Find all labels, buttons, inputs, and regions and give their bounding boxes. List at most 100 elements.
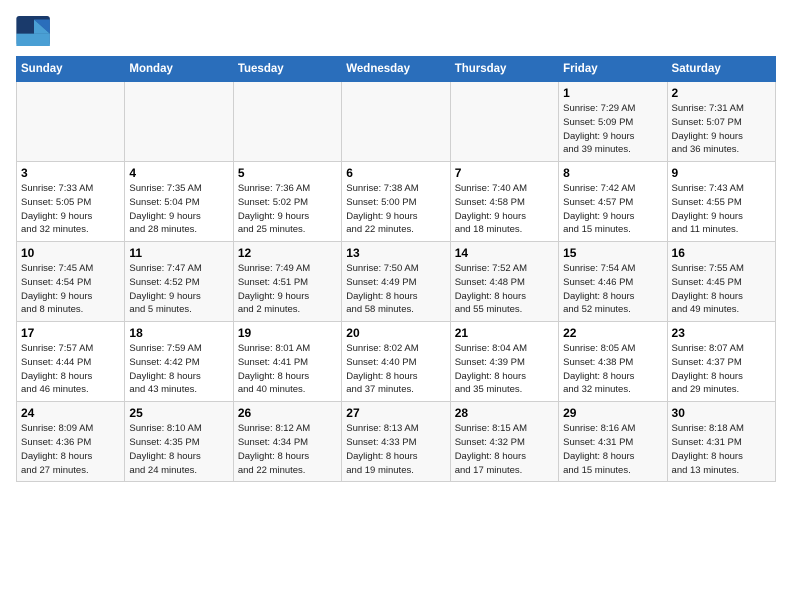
day-info: Sunrise: 7:31 AM Sunset: 5:07 PM Dayligh… [672,102,771,157]
calendar-cell: 16 Sunrise: 7:55 AM Sunset: 4:45 PM Dayli… [667,242,775,322]
calendar-cell: 22Sunrise: 8:05 AM Sunset: 4:38 PM Dayli… [559,322,667,402]
calendar-cell: 6 Sunrise: 7:38 AM Sunset: 5:00 PM Daylig… [342,162,450,242]
weekday-header-saturday: Saturday [667,57,775,82]
weekday-header-wednesday: Wednesday [342,57,450,82]
day-number: 30 [672,406,771,420]
calendar-cell [450,82,558,162]
day-number: 27 [346,406,445,420]
calendar-cell: 1 Sunrise: 7:29 AM Sunset: 5:09 PM Daylig… [559,82,667,162]
day-info: Sunrise: 8:01 AM Sunset: 4:41 PM Dayligh… [238,342,337,397]
day-number: 24 [21,406,120,420]
day-number: 15 [563,246,662,260]
day-info: Sunrise: 7:42 AM Sunset: 4:57 PM Dayligh… [563,182,662,237]
day-info: Sunrise: 7:33 AM Sunset: 5:05 PM Dayligh… [21,182,120,237]
day-number: 23 [672,326,771,340]
day-number: 21 [455,326,554,340]
calendar-cell: 10 Sunrise: 7:45 AM Sunset: 4:54 PM Dayli… [17,242,125,322]
day-info: Sunrise: 8:07 AM Sunset: 4:37 PM Dayligh… [672,342,771,397]
day-number: 25 [129,406,228,420]
day-info: Sunrise: 7:45 AM Sunset: 4:54 PM Dayligh… [21,262,120,317]
calendar-cell: 14 Sunrise: 7:52 AM Sunset: 4:48 PM Dayli… [450,242,558,322]
day-info: Sunrise: 8:10 AM Sunset: 4:35 PM Dayligh… [129,422,228,477]
day-number: 2 [672,86,771,100]
day-info: Sunrise: 7:52 AM Sunset: 4:48 PM Dayligh… [455,262,554,317]
calendar-cell: 20 Sunrise: 8:02 AM Sunset: 4:40 PM Dayli… [342,322,450,402]
day-info: Sunrise: 8:02 AM Sunset: 4:40 PM Dayligh… [346,342,445,397]
logo-icon [16,16,52,46]
day-info: Sunrise: 7:38 AM Sunset: 5:00 PM Dayligh… [346,182,445,237]
logo [16,16,56,46]
day-info: Sunrise: 7:57 AM Sunset: 4:44 PM Dayligh… [21,342,120,397]
calendar-week-row: 3 Sunrise: 7:33 AM Sunset: 5:05 PM Daylig… [17,162,776,242]
day-number: 17 [21,326,120,340]
calendar-cell: 26 Sunrise: 8:12 AM Sunset: 4:34 PM Dayli… [233,402,341,482]
day-info: Sunrise: 7:35 AM Sunset: 5:04 PM Dayligh… [129,182,228,237]
day-number: 18 [129,326,228,340]
calendar-cell: 25 Sunrise: 8:10 AM Sunset: 4:35 PM Dayli… [125,402,233,482]
calendar-week-row: 1 Sunrise: 7:29 AM Sunset: 5:09 PM Daylig… [17,82,776,162]
day-number: 12 [238,246,337,260]
day-info: Sunrise: 7:29 AM Sunset: 5:09 PM Dayligh… [563,102,662,157]
day-info: Sunrise: 7:50 AM Sunset: 4:49 PM Dayligh… [346,262,445,317]
day-number: 14 [455,246,554,260]
day-info: Sunrise: 8:15 AM Sunset: 4:32 PM Dayligh… [455,422,554,477]
day-info: Sunrise: 8:18 AM Sunset: 4:31 PM Dayligh… [672,422,771,477]
calendar-cell: 11Sunrise: 7:47 AM Sunset: 4:52 PM Dayli… [125,242,233,322]
calendar-cell: 12Sunrise: 7:49 AM Sunset: 4:51 PM Dayli… [233,242,341,322]
calendar-cell: 15 Sunrise: 7:54 AM Sunset: 4:46 PM Dayli… [559,242,667,322]
day-number: 28 [455,406,554,420]
calendar-cell: 24 Sunrise: 8:09 AM Sunset: 4:36 PM Dayli… [17,402,125,482]
day-number: 6 [346,166,445,180]
day-number: 10 [21,246,120,260]
calendar-cell: 5Sunrise: 7:36 AM Sunset: 5:02 PM Daylig… [233,162,341,242]
calendar-cell: 7 Sunrise: 7:40 AM Sunset: 4:58 PM Daylig… [450,162,558,242]
day-info: Sunrise: 8:09 AM Sunset: 4:36 PM Dayligh… [21,422,120,477]
day-info: Sunrise: 7:40 AM Sunset: 4:58 PM Dayligh… [455,182,554,237]
weekday-header-sunday: Sunday [17,57,125,82]
calendar-cell: 13 Sunrise: 7:50 AM Sunset: 4:49 PM Dayli… [342,242,450,322]
day-number: 1 [563,86,662,100]
calendar-cell: 3 Sunrise: 7:33 AM Sunset: 5:05 PM Daylig… [17,162,125,242]
calendar-cell [125,82,233,162]
day-number: 9 [672,166,771,180]
day-number: 8 [563,166,662,180]
day-number: 13 [346,246,445,260]
weekday-header-row: SundayMondayTuesdayWednesdayThursdayFrid… [17,57,776,82]
day-info: Sunrise: 7:47 AM Sunset: 4:52 PM Dayligh… [129,262,228,317]
calendar-cell: 2 Sunrise: 7:31 AM Sunset: 5:07 PM Daylig… [667,82,775,162]
day-info: Sunrise: 7:55 AM Sunset: 4:45 PM Dayligh… [672,262,771,317]
weekday-header-tuesday: Tuesday [233,57,341,82]
calendar-cell: 21Sunrise: 8:04 AM Sunset: 4:39 PM Dayli… [450,322,558,402]
day-number: 26 [238,406,337,420]
calendar-cell: 30 Sunrise: 8:18 AM Sunset: 4:31 PM Dayli… [667,402,775,482]
calendar-cell: 29Sunrise: 8:16 AM Sunset: 4:31 PM Dayli… [559,402,667,482]
day-number: 22 [563,326,662,340]
day-number: 16 [672,246,771,260]
calendar-cell: 9Sunrise: 7:43 AM Sunset: 4:55 PM Daylig… [667,162,775,242]
calendar-week-row: 24 Sunrise: 8:09 AM Sunset: 4:36 PM Dayli… [17,402,776,482]
day-info: Sunrise: 7:36 AM Sunset: 5:02 PM Dayligh… [238,182,337,237]
day-number: 7 [455,166,554,180]
calendar-cell: 27 Sunrise: 8:13 AM Sunset: 4:33 PM Dayli… [342,402,450,482]
day-info: Sunrise: 7:54 AM Sunset: 4:46 PM Dayligh… [563,262,662,317]
calendar-cell: 4 Sunrise: 7:35 AM Sunset: 5:04 PM Daylig… [125,162,233,242]
calendar-week-row: 10 Sunrise: 7:45 AM Sunset: 4:54 PM Dayli… [17,242,776,322]
header [16,16,776,46]
day-info: Sunrise: 8:12 AM Sunset: 4:34 PM Dayligh… [238,422,337,477]
day-number: 29 [563,406,662,420]
day-number: 4 [129,166,228,180]
calendar-week-row: 17 Sunrise: 7:57 AM Sunset: 4:44 PM Dayli… [17,322,776,402]
day-info: Sunrise: 8:13 AM Sunset: 4:33 PM Dayligh… [346,422,445,477]
calendar-cell: 18 Sunrise: 7:59 AM Sunset: 4:42 PM Dayli… [125,322,233,402]
calendar-cell: 19 Sunrise: 8:01 AM Sunset: 4:41 PM Dayli… [233,322,341,402]
day-number: 3 [21,166,120,180]
calendar-table: SundayMondayTuesdayWednesdayThursdayFrid… [16,56,776,482]
day-number: 20 [346,326,445,340]
calendar-cell [233,82,341,162]
day-number: 19 [238,326,337,340]
calendar-cell: 8 Sunrise: 7:42 AM Sunset: 4:57 PM Daylig… [559,162,667,242]
weekday-header-monday: Monday [125,57,233,82]
day-info: Sunrise: 7:59 AM Sunset: 4:42 PM Dayligh… [129,342,228,397]
calendar-cell: 23 Sunrise: 8:07 AM Sunset: 4:37 PM Dayli… [667,322,775,402]
calendar-cell [342,82,450,162]
